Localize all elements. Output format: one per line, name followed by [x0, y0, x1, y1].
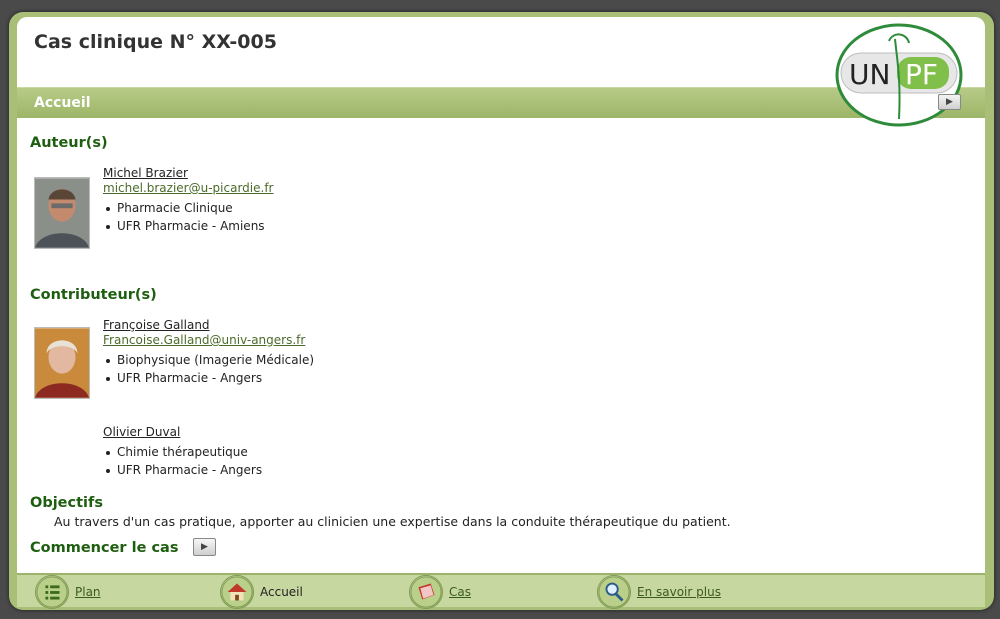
contributor-name[interactable]: Françoise Galland [103, 318, 210, 332]
authors-heading: Auteur(s) [30, 135, 108, 151]
contributors-heading: Contributeur(s) [30, 287, 157, 303]
list-item: Chimie thérapeutique [103, 443, 262, 461]
nav-cas[interactable]: Cas [409, 575, 489, 609]
nav-plan[interactable]: Plan [35, 575, 115, 609]
list-item: UFR Pharmacie - Angers [103, 461, 262, 479]
home-icon [220, 575, 254, 609]
nav-en-savoir-plus[interactable]: En savoir plus [597, 575, 747, 609]
author-roles: Pharmacie Clinique UFR Pharmacie - Amien… [103, 199, 265, 235]
magnifier-icon [597, 575, 631, 609]
content-panel: Cas clinique N° XX-005 Accueil UN PF ▶ A… [17, 17, 985, 602]
svg-text:UN: UN [849, 58, 890, 91]
page-title: Cas clinique N° XX-005 [34, 31, 277, 53]
list-item: UFR Pharmacie - Angers [103, 369, 314, 387]
unpf-logo: UN PF [835, 23, 963, 127]
app-frame: Cas clinique N° XX-005 Accueil UN PF ▶ A… [9, 12, 994, 610]
author-email-link[interactable]: michel.brazier@u-picardie.fr [103, 181, 273, 195]
nav-accueil-label: Accueil [260, 585, 303, 599]
list-item: UFR Pharmacie - Amiens [103, 217, 265, 235]
nav-cas-label[interactable]: Cas [449, 585, 471, 599]
objectives-heading: Objectifs [30, 495, 103, 511]
nav-plan-label[interactable]: Plan [75, 585, 101, 599]
section-title: Accueil [34, 95, 91, 111]
contributor-name[interactable]: Olivier Duval [103, 425, 180, 439]
contributor-roles: Chimie thérapeutique UFR Pharmacie - Ang… [103, 443, 262, 479]
list-item: Biophysique (Imagerie Médicale) [103, 351, 314, 369]
logo-play-button[interactable]: ▶ [938, 94, 961, 110]
list-item: Pharmacie Clinique [103, 199, 265, 217]
contributor-email-link[interactable]: Francoise.Galland@univ-angers.fr [103, 333, 305, 347]
svg-text:PF: PF [905, 58, 938, 91]
author-name[interactable]: Michel Brazier [103, 166, 188, 180]
list-icon [35, 575, 69, 609]
start-case-label: Commencer le cas [30, 540, 179, 556]
contributor-roles: Biophysique (Imagerie Médicale) UFR Phar… [103, 351, 314, 387]
nav-en-savoir-plus-label[interactable]: En savoir plus [637, 585, 721, 599]
objectives-text: Au travers d'un cas pratique, apporter a… [54, 514, 731, 529]
author-photo [34, 177, 90, 249]
book-icon [409, 575, 443, 609]
footer-nav: Plan Accueil Cas En savoir plus [17, 573, 985, 609]
contributor-photo [34, 327, 90, 399]
start-case-button[interactable]: ▶ [193, 538, 216, 556]
nav-accueil[interactable]: Accueil [220, 575, 320, 609]
